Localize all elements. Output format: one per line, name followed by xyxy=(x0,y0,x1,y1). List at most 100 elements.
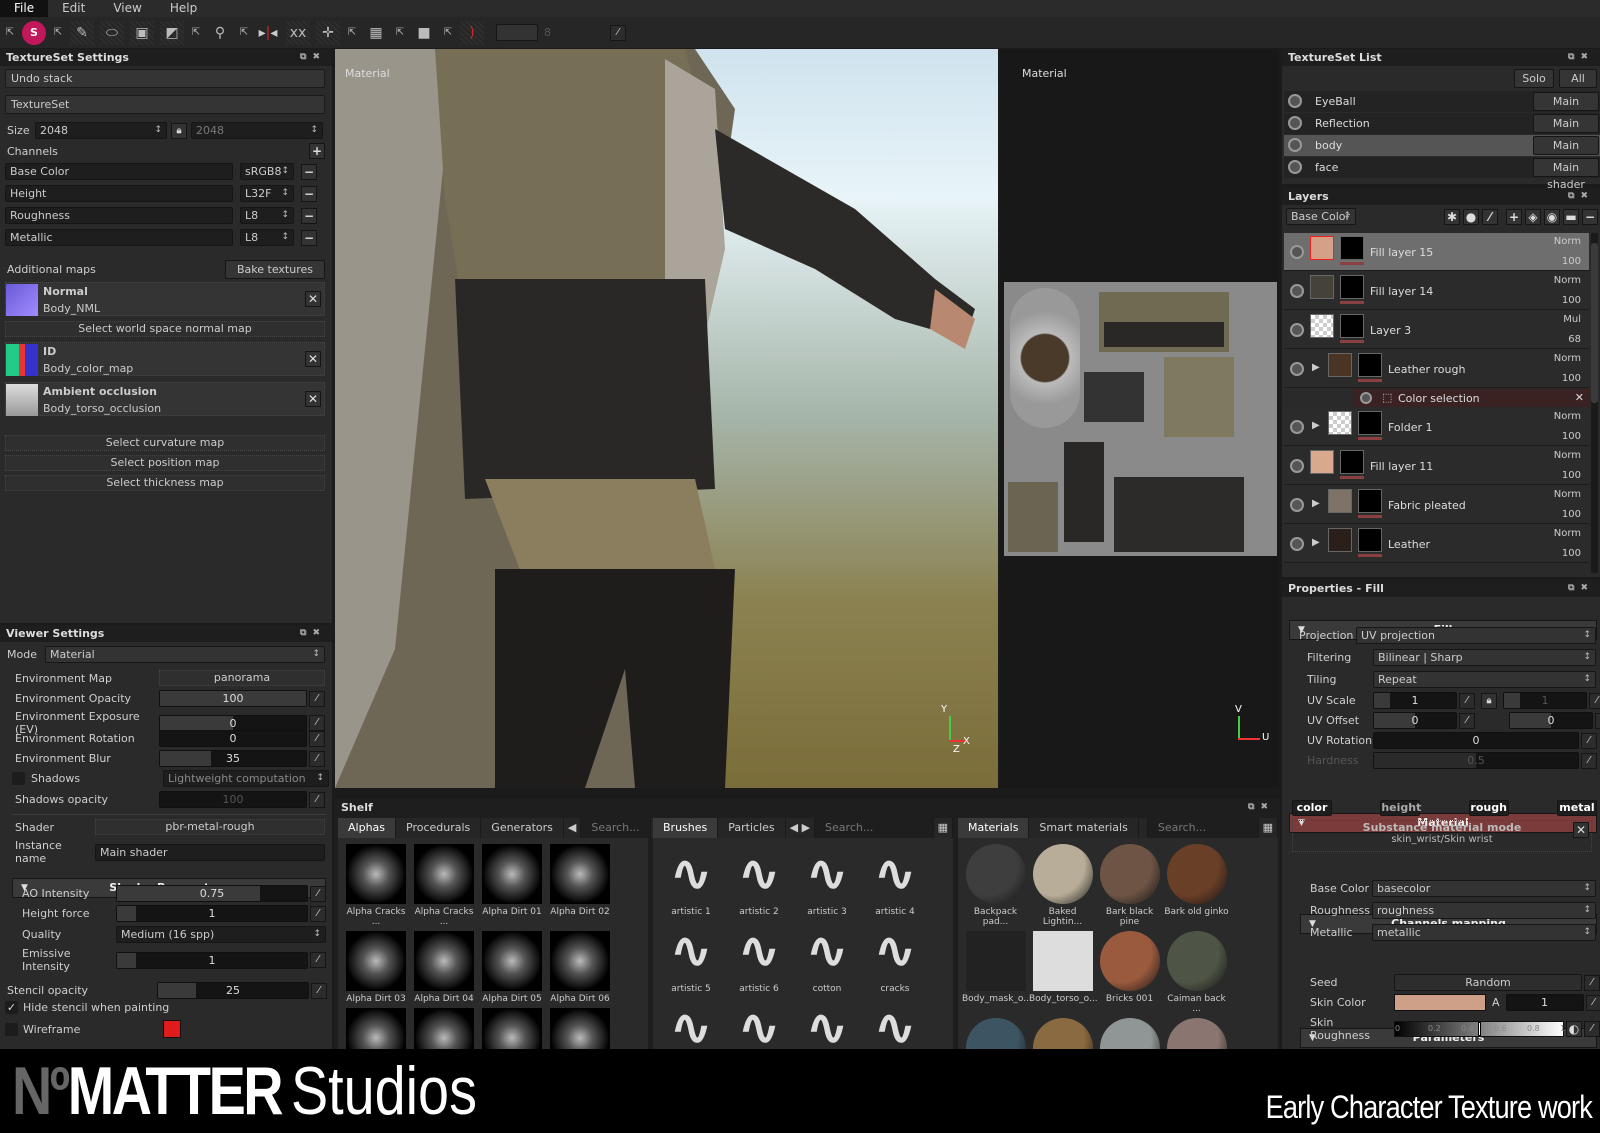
viewport-3d[interactable]: Material Y X Z xyxy=(335,49,998,788)
layer-item[interactable]: Fill layer 14 Norm 100 xyxy=(1284,272,1589,310)
textureset-item[interactable]: body Main shader xyxy=(1284,135,1600,169)
select-position-button[interactable]: Select position map xyxy=(5,455,325,471)
blend-mode[interactable]: Norm xyxy=(1554,489,1581,500)
menu-edit[interactable]: Edit xyxy=(48,0,99,17)
layer-item[interactable]: ▶ Fabric pleated Norm 100 xyxy=(1284,486,1589,524)
viewer-slider[interactable]: 0 xyxy=(159,714,307,732)
paint-icon[interactable]: ⁄ xyxy=(1482,208,1498,225)
pen-icon[interactable]: ⁄ xyxy=(310,952,326,968)
visibility-icon[interactable] xyxy=(1290,245,1304,259)
remove-channel-button[interactable]: − xyxy=(301,163,317,180)
alpha-item[interactable]: Alpha Dirt 04 xyxy=(410,931,478,1004)
material-item[interactable]: Body_mask_o... xyxy=(962,931,1032,1014)
textureset-button[interactable]: TextureSet xyxy=(5,95,325,114)
camera-icon[interactable]: ■ xyxy=(412,21,436,45)
layer-effect-item[interactable]: ⬚ Color selection ✕ xyxy=(1354,389,1590,407)
pen-icon[interactable]: ⁄ xyxy=(309,750,325,767)
quality-select[interactable]: Medium (16 spp) xyxy=(116,926,326,943)
alpha-item[interactable]: Alpha Cracks ... xyxy=(342,844,410,927)
shelf-search-input[interactable]: Search... xyxy=(1147,818,1259,838)
wireframe-checkbox[interactable] xyxy=(5,1022,18,1036)
add-effect-icon[interactable]: ✱ xyxy=(1444,208,1460,225)
material-item[interactable]: Baked Lightin... xyxy=(1029,844,1096,927)
channel-toggle-metal[interactable]: metal xyxy=(1556,800,1597,816)
select-thickness-button[interactable]: Select thickness map xyxy=(5,475,325,491)
blend-mode[interactable]: Norm xyxy=(1554,236,1581,247)
pen-icon[interactable]: ⁄ xyxy=(309,730,325,747)
uv-scale-u-slider[interactable]: 1 xyxy=(1373,692,1457,709)
blend-mode[interactable]: Norm xyxy=(1554,275,1581,286)
hide-stencil-checkbox[interactable]: ✓ xyxy=(5,1001,18,1014)
mapping-select[interactable]: roughness xyxy=(1372,902,1596,919)
solo-button[interactable]: Solo xyxy=(1514,69,1554,88)
layer-opacity[interactable]: 100 xyxy=(1562,548,1581,559)
additional-map-item[interactable]: Normal Body_NML ✕ xyxy=(5,282,325,316)
height-force-slider[interactable]: 1 xyxy=(116,905,308,922)
viewport-layout-icon[interactable]: ▦ xyxy=(364,21,388,45)
pen-icon[interactable]: ⁄ xyxy=(310,885,326,902)
export-icon[interactable]: ⇱ xyxy=(238,21,250,45)
brush-size-input[interactable] xyxy=(496,24,538,41)
layer-opacity[interactable]: 100 xyxy=(1562,470,1581,481)
layer-item[interactable]: ▶ Folder 1 Norm 100 xyxy=(1284,408,1589,446)
brush-item[interactable]: ∿ cotton xyxy=(793,921,861,994)
close-icon[interactable]: ✕ xyxy=(1575,391,1584,404)
layer-item[interactable]: ▶ Leather rough Norm 100 xyxy=(1284,350,1589,388)
remove-channel-button[interactable]: − xyxy=(301,185,317,202)
panel-controls[interactable]: ⧉✖ xyxy=(300,625,326,642)
environment-map-button[interactable]: panorama xyxy=(159,670,325,686)
brush-item[interactable]: ∿ artistic 2 xyxy=(725,844,793,917)
tab-scroll-arrows[interactable] xyxy=(1138,818,1148,838)
remove-channel-button[interactable]: − xyxy=(301,207,317,224)
pen-icon[interactable]: ⁄ xyxy=(309,791,325,808)
additional-map-item[interactable]: ID Body_color_map ✕ xyxy=(5,342,325,376)
skin-color-swatch[interactable] xyxy=(1394,994,1486,1011)
blend-mode[interactable]: Norm xyxy=(1554,528,1581,539)
export-icon[interactable]: ⇱ xyxy=(394,21,406,45)
layers-scrollbar[interactable] xyxy=(1591,233,1598,573)
bake-textures-button[interactable]: Bake textures xyxy=(225,260,325,279)
add-channel-button[interactable]: + xyxy=(309,143,325,159)
skin-alpha-slider[interactable]: 1 xyxy=(1505,994,1584,1011)
undo-stack-button[interactable]: Undo stack xyxy=(5,69,325,88)
layer-channel-select[interactable]: Base Color xyxy=(1286,208,1356,225)
pen-icon[interactable]: ⁄ xyxy=(610,24,626,41)
all-button[interactable]: All xyxy=(1559,69,1597,88)
panel-controls[interactable]: ⧉✖ xyxy=(1568,188,1594,205)
uv-offset-u-slider[interactable]: 0 xyxy=(1373,712,1457,729)
visibility-icon[interactable] xyxy=(1290,459,1304,473)
grid-view-icon[interactable]: ▦ xyxy=(1258,818,1278,838)
crosshair-icon[interactable]: ✛ xyxy=(316,20,340,45)
menu-help[interactable]: Help xyxy=(156,0,211,17)
xx-icon[interactable]: xx xyxy=(286,20,310,45)
pen-icon[interactable]: ⁄ xyxy=(1585,994,1600,1011)
export-icon[interactable]: ⇱ xyxy=(442,21,454,45)
viewer-slider[interactable]: 0 xyxy=(159,730,307,747)
viewer-slider[interactable]: 35 xyxy=(159,750,307,767)
material-item[interactable]: Backpack pad... xyxy=(962,844,1029,927)
add-layer-icon[interactable]: + xyxy=(1506,208,1522,225)
material-item[interactable]: Body_torso_o... xyxy=(1029,931,1098,1014)
folder-icon[interactable]: ▶ xyxy=(1312,498,1320,509)
material-item[interactable]: Bark black pine xyxy=(1096,844,1163,927)
channel-toggle-rough[interactable]: rough xyxy=(1468,800,1509,816)
shelf-tab[interactable]: Generators xyxy=(481,818,564,838)
folder-icon[interactable]: ▶ xyxy=(1312,420,1320,431)
shelf-tab[interactable]: Materials xyxy=(958,818,1030,838)
pen-icon[interactable]: ⁄ xyxy=(1459,692,1475,709)
blend-mode[interactable]: Mul xyxy=(1563,314,1581,325)
size-height-select[interactable]: 2048 xyxy=(191,122,323,139)
pen-icon[interactable]: ⁄ xyxy=(309,715,325,731)
pen-icon[interactable]: ⁄ xyxy=(1459,712,1475,729)
shadows-checkbox[interactable] xyxy=(12,772,25,785)
channel-format-select[interactable]: L32F xyxy=(240,185,294,202)
layer-opacity[interactable]: 100 xyxy=(1562,431,1581,442)
visibility-icon[interactable] xyxy=(1288,160,1302,174)
alpha-item[interactable]: Alpha Dirt 01 xyxy=(478,844,546,927)
pen-icon[interactable]: ⁄ xyxy=(1584,974,1600,991)
export-icon[interactable]: ⇱ xyxy=(190,21,202,45)
panel-controls[interactable]: ⧉✖ xyxy=(1568,580,1594,597)
paint-brush-icon[interactable]: ✎ xyxy=(70,20,94,45)
brush-item[interactable]: ∿ artistic 3 xyxy=(793,844,861,917)
brush-item[interactable]: ∿ cracks xyxy=(861,921,929,994)
